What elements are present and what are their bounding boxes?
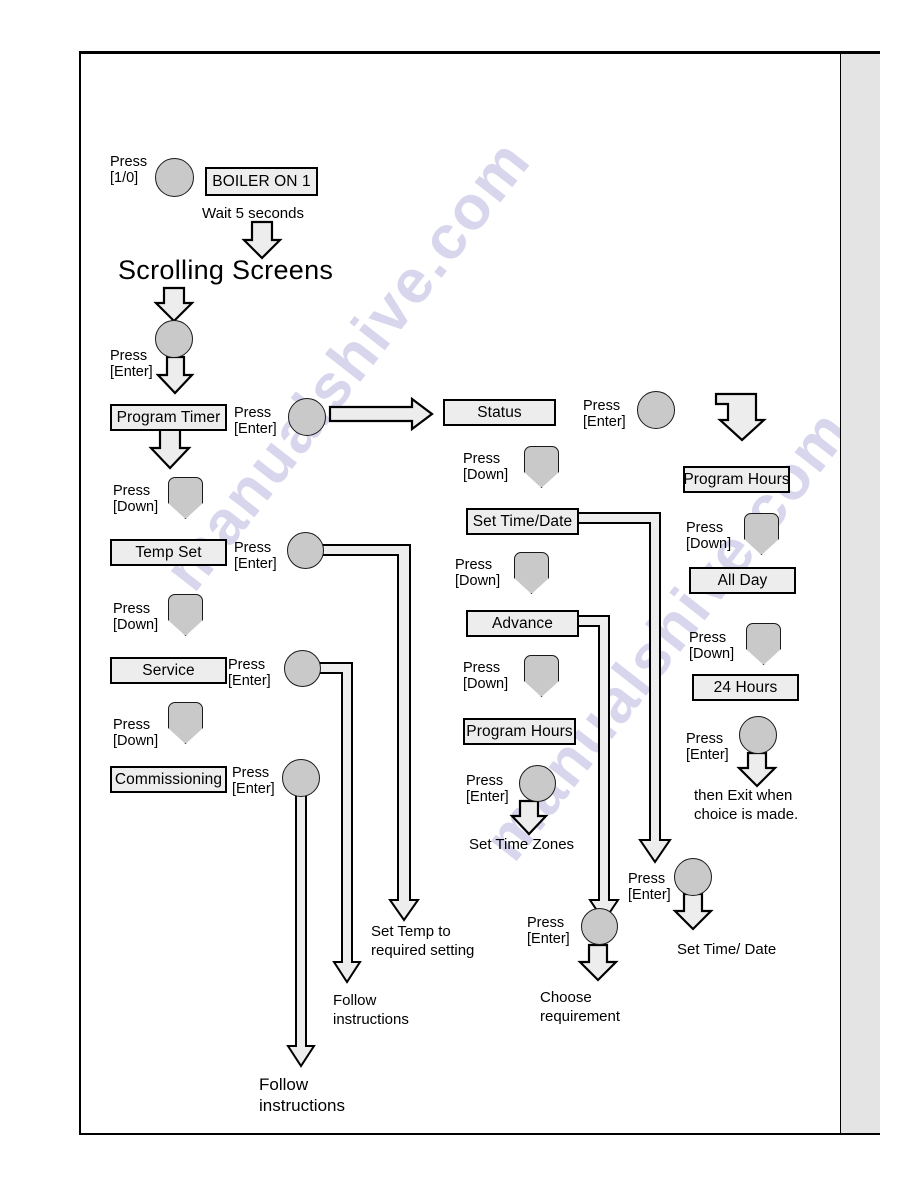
- arrow-to-choose-requirement: [577, 943, 619, 982]
- page-title-scrolling-screens: Scrolling Screens: [118, 255, 334, 285]
- note-set-time-date-bottom: Set Time/ Date: [677, 941, 777, 958]
- press-down-settime-label: Press [Down]: [455, 557, 501, 589]
- press-enter-status-label: Press [Enter]: [583, 398, 626, 430]
- press-down-advance-label: Press [Down]: [463, 660, 509, 692]
- side-strip: [841, 54, 880, 1133]
- press-enter-bottom-right-label: Press [Enter]: [628, 871, 671, 903]
- note-follow-instructions-commissioning: Follow instructions: [259, 1075, 345, 1115]
- press-down-allday-label: Press [Down]: [689, 630, 735, 662]
- page-border-left: [79, 51, 81, 1135]
- note-choose-requirement: Choose requirement: [540, 989, 621, 1025]
- connector-temp-set: [311, 544, 420, 922]
- arrow-proghrs-to-timezones: [509, 799, 549, 836]
- note-follow-instructions-service: Follow instructions: [333, 992, 409, 1028]
- box-program-timer: Program Timer: [110, 404, 227, 431]
- power-button[interactable]: [155, 158, 194, 197]
- note-then-exit: then Exit when choice is made.: [694, 787, 799, 823]
- arrow-scrolling-to-enter: [153, 286, 195, 323]
- enter-button-24-hours[interactable]: [739, 716, 777, 754]
- enter-button-status[interactable]: [637, 391, 675, 429]
- box-status: Status: [443, 399, 556, 426]
- down-button-all-day[interactable]: [746, 623, 781, 665]
- arrow-to-status: [328, 396, 434, 432]
- arrow-program-timer-to-down: [148, 426, 192, 470]
- page-border-bottom: [79, 1133, 880, 1135]
- note-set-temp: Set Temp to required setting: [371, 923, 475, 959]
- arrow-enter-to-program-timer: [155, 355, 195, 395]
- diagram-page: manualshive.com manualshive.com .ar { fi…: [0, 0, 918, 1188]
- press-enter-advance-label: Press [Enter]: [527, 915, 570, 947]
- connector-service: [309, 662, 362, 984]
- connector-advance: [577, 615, 620, 923]
- enter-button-program-timer[interactable]: [288, 398, 326, 436]
- box-boiler-on: BOILER ON 1: [205, 167, 318, 196]
- connector-commissioning: [286, 785, 316, 1068]
- down-button-program-timer[interactable]: [168, 477, 203, 519]
- press-down-timer-label: Press [Down]: [113, 483, 159, 515]
- press-enter-proghrs-label: Press [Enter]: [466, 773, 509, 805]
- press-enter-timer-label: Press [Enter]: [234, 405, 277, 437]
- note-wait-5-seconds: Wait 5 seconds: [202, 205, 304, 222]
- box-advance: Advance: [466, 610, 579, 637]
- connector-set-time-date: [577, 512, 672, 864]
- down-button-advance[interactable]: [524, 655, 559, 697]
- arrow-wait-to-scrolling: [241, 220, 283, 260]
- arrow-elbow-to-program-hours: [714, 392, 767, 442]
- enter-button-advance[interactable]: [581, 908, 618, 945]
- press-down-status-label: Press [Down]: [463, 451, 509, 483]
- arrow-24hrs-to-exit: [736, 751, 778, 788]
- press-down-service-label: Press [Down]: [113, 717, 159, 749]
- press-down-temp-label: Press [Down]: [113, 601, 159, 633]
- enter-button-service[interactable]: [284, 650, 321, 687]
- press-power-label: Press [1/0]: [110, 154, 148, 186]
- box-set-time-date: Set Time/Date: [466, 508, 579, 535]
- enter-button-program-hours-mid[interactable]: [519, 765, 556, 802]
- press-enter-temp-label: Press [Enter]: [234, 540, 277, 572]
- enter-button-commissioning[interactable]: [282, 759, 320, 797]
- press-down-proghrs-right-label: Press [Down]: [686, 520, 732, 552]
- down-button-status[interactable]: [524, 446, 559, 488]
- press-enter-commissioning-label: Press [Enter]: [232, 765, 275, 797]
- down-button-temp-set[interactable]: [168, 594, 203, 636]
- box-temp-set: Temp Set: [110, 539, 227, 566]
- press-enter-service-label: Press [Enter]: [228, 657, 271, 689]
- enter-button-temp-set[interactable]: [287, 532, 324, 569]
- box-commissioning: Commissioning: [110, 766, 227, 793]
- box-program-hours-mid: Program Hours: [463, 718, 576, 745]
- down-button-program-hours-right[interactable]: [744, 513, 779, 555]
- box-program-hours-right: Program Hours: [683, 466, 790, 493]
- down-button-set-time-date[interactable]: [514, 552, 549, 594]
- down-button-service[interactable]: [168, 702, 203, 744]
- press-enter-scroll-label: Press [Enter]: [110, 348, 153, 380]
- enter-button-bottom-right[interactable]: [674, 858, 712, 896]
- page-border-top: [79, 51, 880, 54]
- press-enter-24hrs-label: Press [Enter]: [686, 731, 729, 763]
- box-24-hours: 24 Hours: [692, 674, 799, 701]
- box-service: Service: [110, 657, 227, 684]
- box-all-day: All Day: [689, 567, 796, 594]
- arrow-bottom-right-to-settimedate: [672, 892, 714, 931]
- enter-button-scrolling[interactable]: [155, 320, 193, 358]
- note-set-time-zones: Set Time Zones: [469, 836, 575, 853]
